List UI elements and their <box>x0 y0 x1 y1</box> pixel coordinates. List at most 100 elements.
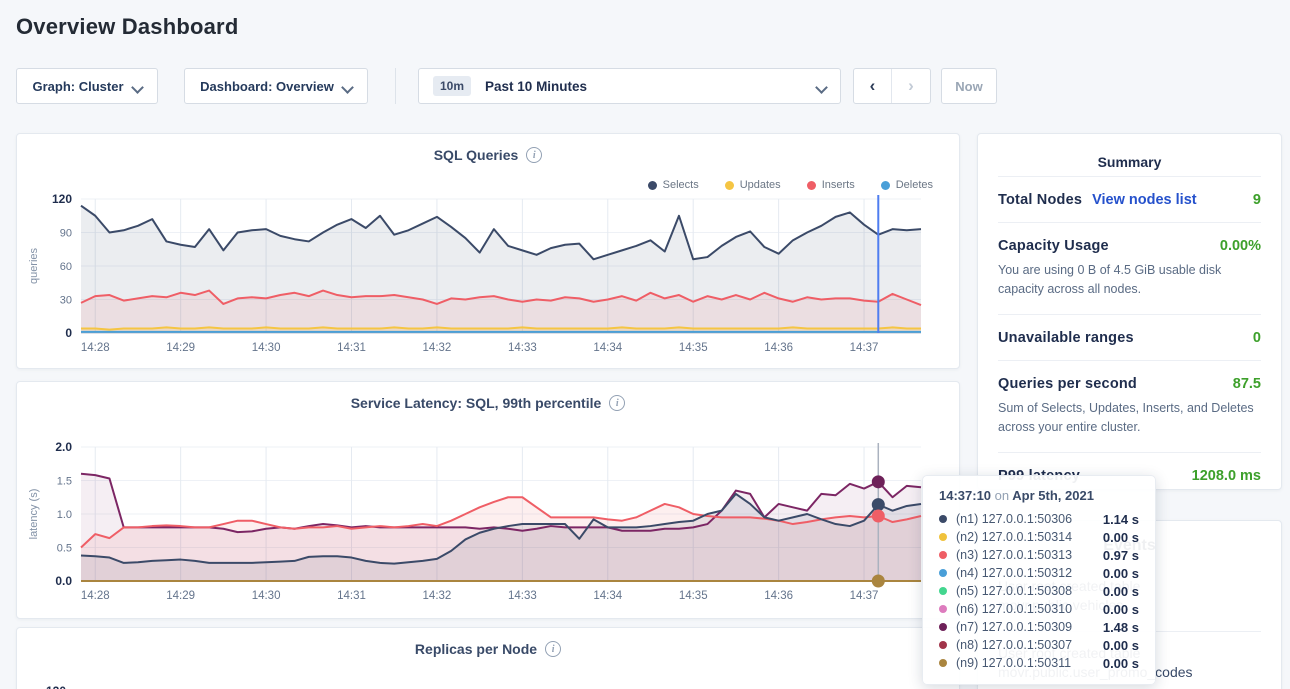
time-range-badge: 10m <box>433 76 471 96</box>
node-address: (n5) 127.0.0.1:50308 <box>956 584 1072 598</box>
node-color-dot <box>939 587 947 595</box>
p99-latency-value: 1208.0 ms <box>1192 468 1261 484</box>
chevron-down-icon <box>817 82 826 91</box>
hover-marker-dot <box>872 498 885 511</box>
y-tick-label: 1.0 <box>57 509 72 521</box>
tooltip-node-row: (n1) 127.0.0.1:50306 1.14 s <box>939 510 1139 528</box>
node-color-dot <box>939 551 947 559</box>
chevron-down-icon <box>133 82 142 91</box>
dashboard-selector-label: Dashboard: Overview <box>200 79 334 94</box>
info-icon[interactable]: i <box>545 641 561 657</box>
summary-row-capacity: Capacity Usage 0.00% You are using 0 B o… <box>998 222 1261 314</box>
service-latency-chart[interactable]: 14:2814:2914:3014:3114:3214:3314:3414:35… <box>17 438 961 616</box>
next-interval-button[interactable]: › <box>892 69 930 103</box>
summary-row-qps: Queries per second 87.5 Sum of Selects, … <box>998 360 1261 452</box>
x-tick-label: 14:32 <box>423 342 452 354</box>
dashboard-selector-dropdown[interactable]: Dashboard: Overview <box>184 68 368 104</box>
x-tick-label: 14:37 <box>850 590 879 602</box>
time-range-dropdown[interactable]: 10m Past 10 Minutes <box>418 68 841 104</box>
y-tick-label: 1.5 <box>57 476 72 488</box>
node-latency-value: 0.00 s <box>1103 656 1139 671</box>
node-address: (n1) 127.0.0.1:50306 <box>956 512 1072 526</box>
total-nodes-label: Total Nodes <box>998 192 1082 208</box>
sql-queries-chart[interactable]: 14:2814:2914:3014:3114:3214:3314:3414:35… <box>17 190 961 368</box>
unavailable-ranges-label: Unavailable ranges <box>998 330 1134 346</box>
chart-hover-tooltip: 14:37:10 on Apr 5th, 2021 (n1) 127.0.0.1… <box>922 475 1156 685</box>
replicas-per-node-title: Replicas per Node <box>415 641 537 657</box>
node-address: (n8) 127.0.0.1:50307 <box>956 638 1072 652</box>
y-tick-label: 90 <box>60 228 72 240</box>
x-tick-label: 14:31 <box>337 590 366 602</box>
x-tick-label: 14:35 <box>679 342 708 354</box>
tooltip-timestamp: 14:37:10 on Apr 5th, 2021 <box>939 488 1139 503</box>
legend-color-dot <box>881 181 890 190</box>
page-title: Overview Dashboard <box>16 14 238 40</box>
x-tick-label: 14:33 <box>508 342 537 354</box>
node-latency-value: 0.97 s <box>1103 548 1139 563</box>
tooltip-node-row: (n7) 127.0.0.1:50309 1.48 s <box>939 618 1139 636</box>
info-icon[interactable]: i <box>609 395 625 411</box>
previous-interval-button[interactable]: ‹ <box>854 69 892 103</box>
summary-title: Summary <box>998 134 1261 176</box>
x-tick-label: 14:33 <box>508 590 537 602</box>
node-color-dot <box>939 659 947 667</box>
tooltip-node-row: (n8) 127.0.0.1:50307 0.00 s <box>939 636 1139 654</box>
node-latency-value: 0.00 s <box>1103 638 1139 653</box>
y-tick-label: 120 <box>52 192 72 206</box>
hover-marker-dot <box>872 475 885 488</box>
time-pager: ‹ › <box>853 68 931 104</box>
node-latency-value: 0.00 s <box>1103 602 1139 617</box>
node-color-dot <box>939 623 947 631</box>
service-latency-title: Service Latency: SQL, 99th percentile <box>351 395 602 411</box>
info-icon[interactable]: i <box>526 147 542 163</box>
node-latency-value: 0.00 s <box>1103 566 1139 581</box>
x-tick-label: 14:28 <box>81 590 110 602</box>
y-tick-label: 0.0 <box>55 574 72 588</box>
y-tick-label: 30 <box>60 295 72 307</box>
time-range-label: Past 10 Minutes <box>485 79 587 94</box>
qps-label: Queries per second <box>998 376 1137 392</box>
x-tick-label: 14:32 <box>423 590 452 602</box>
hover-marker-dot <box>872 510 885 523</box>
x-tick-label: 14:34 <box>593 590 622 602</box>
node-latency-value: 1.14 s <box>1103 512 1139 527</box>
overview-dashboard-page: Overview Dashboard Graph: Cluster Dashbo… <box>0 0 1290 689</box>
view-nodes-list-link[interactable]: View nodes list <box>1092 192 1197 208</box>
y-axis-title: queries <box>28 247 40 284</box>
y-axis-title: latency (s) <box>28 489 40 540</box>
hover-marker-dot <box>872 575 885 588</box>
now-button[interactable]: Now <box>941 68 997 104</box>
node-address: (n3) 127.0.0.1:50313 <box>956 548 1072 562</box>
x-tick-label: 14:31 <box>337 342 366 354</box>
y-tick-label: 60 <box>60 261 72 273</box>
capacity-usage-description: You are using 0 B of 4.5 GiB usable disk… <box>998 261 1261 300</box>
node-address: (n2) 127.0.0.1:50314 <box>956 530 1072 544</box>
x-tick-label: 14:36 <box>764 342 793 354</box>
node-address: (n9) 127.0.0.1:50311 <box>956 656 1071 670</box>
y-tick-label: 2.0 <box>55 440 72 454</box>
x-tick-label: 14:30 <box>252 590 281 602</box>
sql-queries-card: SQL Queries i SelectsUpdatesInsertsDelet… <box>16 133 960 369</box>
tooltip-node-row: (n6) 127.0.0.1:50310 0.00 s <box>939 600 1139 618</box>
legend-color-dot <box>648 181 657 190</box>
node-color-dot <box>939 605 947 613</box>
x-tick-label: 14:29 <box>166 342 195 354</box>
node-latency-value: 0.00 s <box>1103 584 1139 599</box>
summary-row-unavailable-ranges: Unavailable ranges 0 <box>998 314 1261 360</box>
tooltip-node-row: (n5) 127.0.0.1:50308 0.00 s <box>939 582 1139 600</box>
node-latency-value: 1.48 s <box>1103 620 1139 635</box>
x-tick-label: 14:37 <box>850 342 879 354</box>
graph-selector-dropdown[interactable]: Graph: Cluster <box>16 68 158 104</box>
graph-selector-label: Graph: Cluster <box>32 79 123 94</box>
tooltip-node-row: (n4) 127.0.0.1:503120.00 s <box>939 564 1139 582</box>
node-address: (n6) 127.0.0.1:50310 <box>956 602 1072 616</box>
x-tick-label: 14:36 <box>764 590 793 602</box>
node-address: (n7) 127.0.0.1:50309 <box>956 620 1072 634</box>
x-tick-label: 14:30 <box>252 342 281 354</box>
replicas-ymax-label: 120 <box>46 684 66 689</box>
y-tick-label: 0.5 <box>57 543 72 555</box>
capacity-usage-label: Capacity Usage <box>998 238 1109 254</box>
qps-description: Sum of Selects, Updates, Inserts, and De… <box>998 399 1261 438</box>
service-latency-card: Service Latency: SQL, 99th percentile i … <box>16 381 960 619</box>
node-color-dot <box>939 641 947 649</box>
